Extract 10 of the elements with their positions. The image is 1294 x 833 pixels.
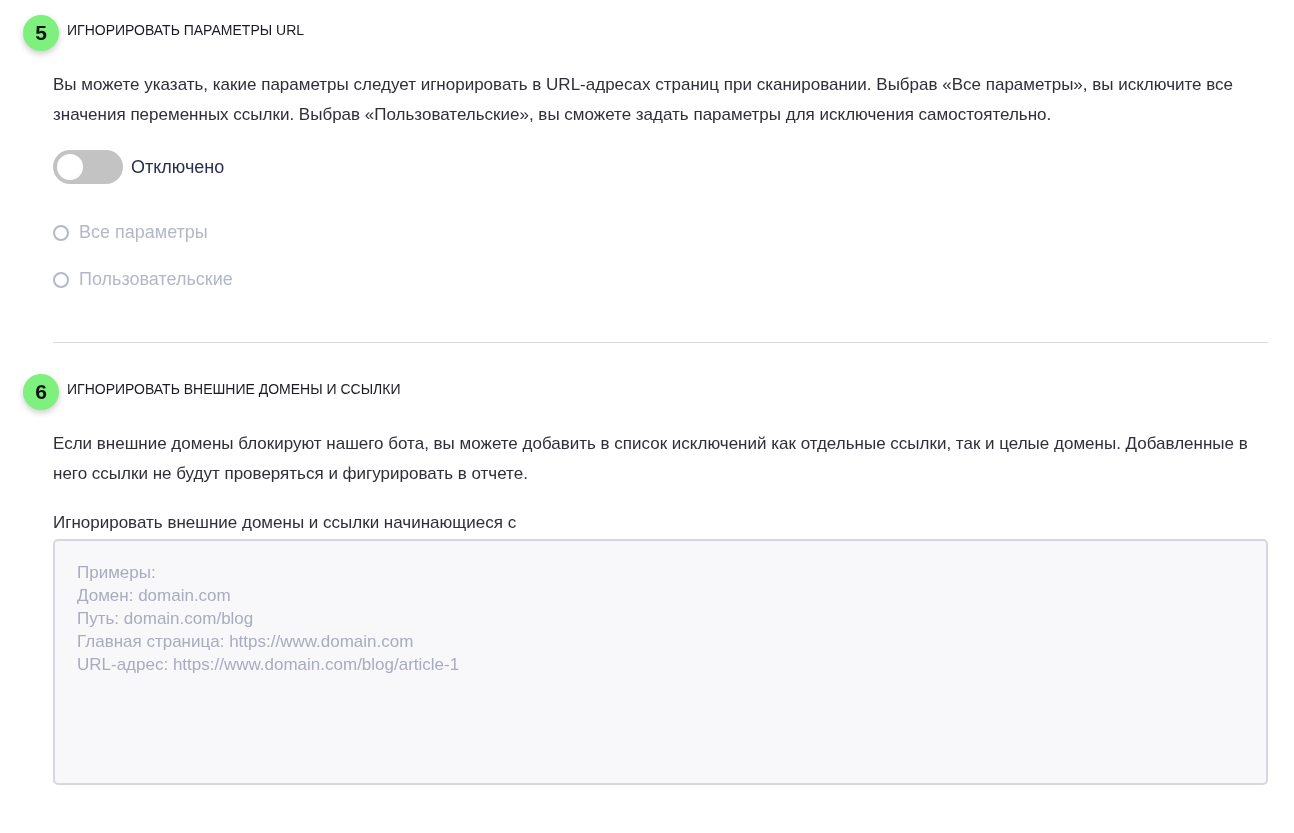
section-description: Если внешние домены блокируют нашего бота, вы можете добавить в список исключений как отдельные ссылки, так и целые домены. Добавленные в него ссылки не будут проверяться и фигурировать в отчете. <box>53 433 1249 485</box>
toggle-label: Отключено <box>131 156 225 178</box>
section-title: ИГНОРИРОВАТЬ ПАРАМЕТРЫ URL <box>67 22 305 38</box>
section-description: Вы можете указать, какие параметры следует игнорировать в URL-адресах страниц при сканировании. Выбрав «Все параметры», вы исключите все значения переменных ссылки. Выбрав «Пользовательские», вы сможете задать параметры для исключения самостоятельно. <box>53 74 1235 126</box>
step-number-badge: 6 <box>23 374 59 410</box>
toggle-switch[interactable] <box>53 150 123 184</box>
input-field[interactable]: Примеры: Домен: domain.com Путь: domain.com/blog Главная страница: https://www.domain.com URL-адрес: https://www.domain.com/blog/article-1 <box>53 539 1268 785</box>
field-label: Игнорировать внешние домены и ссылки начинающиеся с <box>53 513 518 533</box>
step-number-badge: 5 <box>23 15 59 51</box>
section-title: ИГНОРИРОВАТЬ ВНЕШНИЕ ДОМЕНЫ И ССЫЛКИ <box>67 381 401 397</box>
